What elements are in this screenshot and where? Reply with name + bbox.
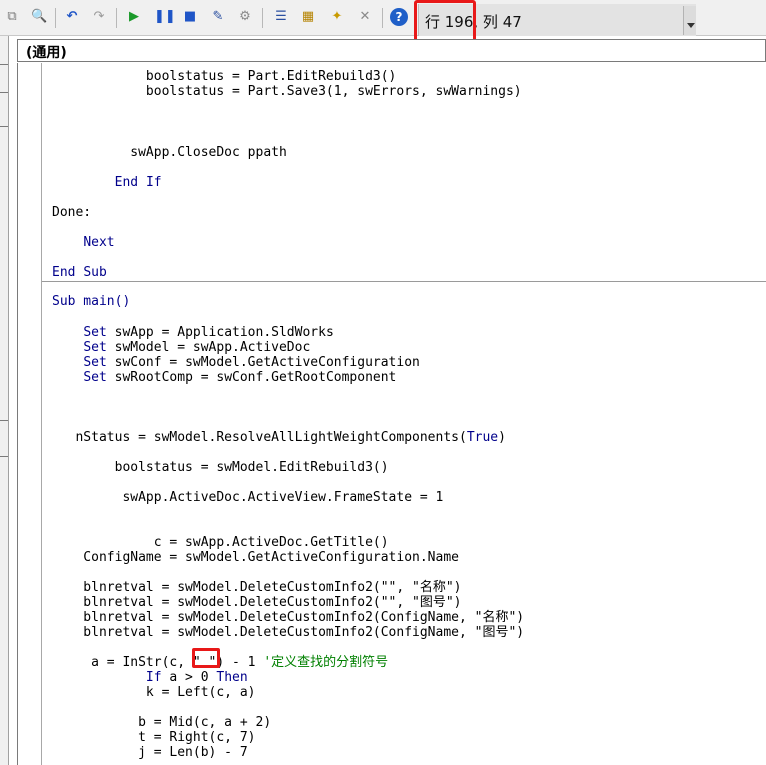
code-line: c = swApp.ActiveDoc.GetTitle() — [52, 535, 389, 550]
code-line: If a > 0 Then — [145, 670, 248, 685]
object-browser-icon[interactable]: ✦ — [329, 9, 345, 25]
userform-icon[interactable]: ⚙ — [237, 9, 253, 25]
redo-icon[interactable]: ↷ — [91, 9, 107, 25]
pane-divider — [0, 456, 8, 457]
code-line: Next — [83, 235, 115, 250]
code-line: swApp.CloseDoc ppath — [52, 145, 287, 160]
code-line: blnretval = swModel.DeleteCustomInfo2(""… — [52, 580, 462, 595]
code-line: b = Mid(c, a + 2) — [52, 715, 272, 730]
procedure-separator — [42, 281, 766, 282]
code-line: End If — [114, 175, 162, 190]
code-line: boolstatus = Part.EditRebuild3() — [52, 69, 397, 84]
code-line: boolstatus = swModel.EditRebuild3() — [52, 460, 389, 475]
toolbar-separator — [382, 8, 383, 28]
design-mode-icon[interactable]: ✎ — [210, 9, 226, 25]
pause-icon[interactable]: ❚❚ — [154, 9, 176, 25]
toolbar-options-dropdown[interactable] — [683, 6, 696, 35]
code-line: blnretval = swModel.DeleteCustomInfo2(Co… — [52, 625, 525, 640]
code-line: Set swRootComp = swConf.GetRootComponent — [83, 370, 397, 385]
toolbar: ⧉ 🔍 ↶ ↷ ▶ ❚❚ ■ ✎ ⚙ ☰ ▦ ✦ ✕ ? 行 196, 列 47 — [0, 0, 766, 42]
toolbar-separator — [116, 8, 117, 28]
help-icon[interactable]: ? — [390, 8, 408, 26]
code-line: a = InStr(c, " ") - 1 '定义查找的分割符号 — [52, 655, 389, 670]
code-line: Sub main() — [52, 294, 131, 309]
margin-indicator-bar — [18, 63, 42, 765]
object-combo[interactable]: (通用) — [17, 39, 766, 62]
code-line: Set swConf = swModel.GetActiveConfigurat… — [83, 355, 420, 370]
properties-icon[interactable]: ▦ — [300, 9, 316, 25]
code-line: t = Right(c, 7) — [52, 730, 256, 745]
stop-icon[interactable]: ■ — [182, 9, 198, 25]
toolbox-icon[interactable]: ✕ — [357, 9, 373, 25]
toolbar-separator — [262, 8, 263, 28]
code-line: Done: — [52, 205, 92, 220]
project-explorer-icon[interactable]: ☰ — [273, 9, 289, 25]
toolbar-separator — [55, 8, 56, 28]
code-line: j = Len(b) - 7 — [52, 745, 248, 760]
code-line: Set swModel = swApp.ActiveDoc — [83, 340, 311, 355]
code-line: blnretval = swModel.DeleteCustomInfo2(""… — [52, 595, 462, 610]
delimiter-highlight — [192, 648, 220, 668]
code-line: ConfigName = swModel.GetActiveConfigurat… — [52, 550, 459, 565]
undo-icon[interactable]: ↶ — [64, 9, 80, 25]
object-combo-value: (通用) — [26, 45, 67, 61]
code-line: nStatus = swModel.ResolveAllLightWeightC… — [52, 430, 506, 445]
find-icon[interactable]: 🔍 — [31, 9, 47, 25]
run-icon[interactable]: ▶ — [126, 9, 142, 25]
code-line: boolstatus = Part.Save3(1, swErrors, swW… — [52, 84, 522, 99]
code-line: k = Left(c, a) — [52, 685, 256, 700]
code-line: blnretval = swModel.DeleteCustomInfo2(Co… — [52, 610, 525, 625]
code-line: Set swApp = Application.SldWorks — [83, 325, 334, 340]
code-line: swApp.ActiveDoc.ActiveView.FrameState = … — [52, 490, 444, 505]
pane-divider — [0, 420, 8, 421]
cursor-position-highlight — [414, 0, 476, 42]
code-text[interactable]: boolstatus = Part.EditRebuild3() boolsta… — [0, 0, 524, 760]
code-line: End Sub — [52, 265, 107, 280]
